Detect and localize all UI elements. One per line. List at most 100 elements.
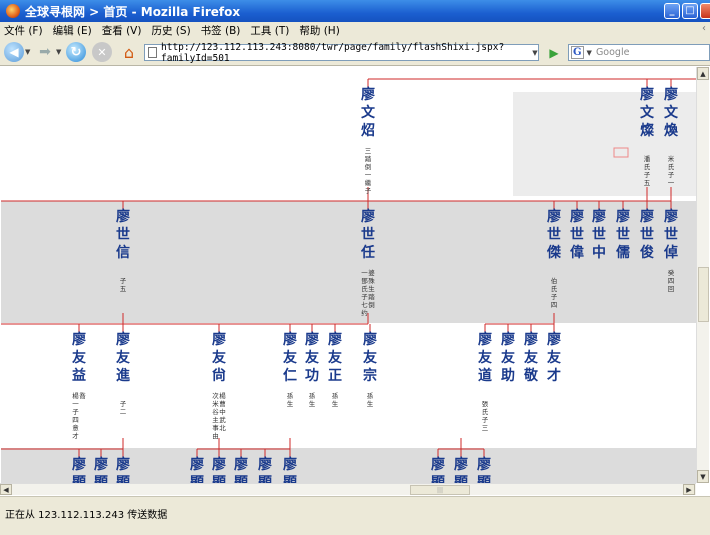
person-name-char: 益 xyxy=(72,367,86,384)
person-name-char: 煥 xyxy=(664,122,679,139)
maximize-button[interactable]: □ xyxy=(682,3,698,19)
person-name-char: 廖 xyxy=(616,208,630,225)
person-note-char: 才 xyxy=(72,431,79,440)
menu-help[interactable]: 帮助 (H) xyxy=(299,23,339,38)
person-note-char: 子 xyxy=(551,293,558,301)
window-titlebar: 全球寻根网 > 首页 - Mozilla Firefox _ □ xyxy=(0,0,710,22)
person-note-char: 北 xyxy=(219,424,226,432)
person-note-char: 孫 xyxy=(332,391,339,400)
menu-tools[interactable]: 工具 (T) xyxy=(250,23,289,38)
back-dropdown-icon[interactable]: ▼ xyxy=(25,48,30,56)
person-note-char: 氏 xyxy=(482,407,489,416)
horizontal-scrollbar[interactable]: ◀ ||| ▶ xyxy=(0,483,696,495)
person-name-char: 顯 xyxy=(258,475,272,483)
search-engine-dropdown-icon[interactable]: ▼ xyxy=(587,49,592,57)
person-name-char: 功 xyxy=(305,368,319,384)
person-name-char: 廖 xyxy=(328,331,342,348)
person-note-char: 氏 xyxy=(361,284,368,293)
person-name-char: 廖 xyxy=(363,331,377,348)
url-bar[interactable]: http://123.112.113.243:8080/twr/page/fam… xyxy=(144,42,539,64)
person-note-char: 米 xyxy=(212,399,219,408)
menu-history[interactable]: 历史 (S) xyxy=(151,23,190,38)
url-dropdown-icon[interactable]: ▼ xyxy=(528,45,542,60)
person-name-char: 尙 xyxy=(212,367,226,384)
menu-bookmarks[interactable]: 书签 (B) xyxy=(201,23,241,38)
person-name-char: 俊 xyxy=(640,244,654,261)
person-note-char: 由 xyxy=(212,431,219,440)
person-node: 廖友道張氏子三 xyxy=(478,331,492,432)
go-arrow-icon[interactable]: ▶ xyxy=(546,45,562,60)
person-name-char: 顯 xyxy=(190,475,204,483)
reload-icon[interactable]: ↻ xyxy=(66,42,86,62)
person-name-char: 廖 xyxy=(478,331,492,348)
person-name-char: 廖 xyxy=(431,456,445,473)
menu-file[interactable]: 文件 (F) xyxy=(4,23,43,38)
person-name-char: 燦 xyxy=(640,123,655,139)
menu-edit[interactable]: 编辑 (E) xyxy=(53,23,92,38)
person-name-char: 廖 xyxy=(190,456,204,473)
person-node: 廖文炤三踏倒一繼子 xyxy=(361,86,376,195)
person-note-char: 鄧 xyxy=(361,276,368,285)
person-name-char: 廖 xyxy=(361,208,375,225)
person-name-char: 顯 xyxy=(116,475,130,483)
person-note-char: 四 xyxy=(72,416,79,424)
person-name-char: 廖 xyxy=(501,331,515,348)
person-note-char: 三 xyxy=(365,147,372,155)
person-name-char: 顯 xyxy=(431,475,445,483)
person-name-char: 友 xyxy=(478,349,492,366)
person-note-char: 约 xyxy=(361,308,368,317)
person-note-char: 踏 xyxy=(365,154,372,163)
google-icon[interactable]: G xyxy=(571,46,584,59)
person-name-char: 廖 xyxy=(212,456,226,473)
person-node: 廖友進子二 xyxy=(116,331,130,416)
vertical-scroll-thumb[interactable] xyxy=(698,267,709,322)
person-node: 廖友益楊一子四意才 喬 xyxy=(72,331,86,440)
person-note-char: 二 xyxy=(120,408,127,416)
forward-arrow-icon[interactable]: ➡ xyxy=(35,42,55,62)
back-arrow-icon[interactable]: ◀ xyxy=(4,42,24,62)
person-note-char: 曹 xyxy=(219,399,226,408)
home-icon[interactable]: ⌂ xyxy=(118,42,140,62)
person-note-char: 孫 xyxy=(309,391,316,400)
menu-view[interactable]: 查看 (V) xyxy=(102,23,142,38)
person-name-char: 傑 xyxy=(546,244,562,261)
person-note-char: 婆 xyxy=(368,268,375,277)
horizontal-scroll-thumb[interactable]: ||| xyxy=(410,485,470,495)
person-note-char: 張 xyxy=(482,400,489,408)
vertical-scrollbar[interactable]: ▲ ▼ xyxy=(696,67,709,483)
person-note-char: 楊 xyxy=(72,391,79,400)
scroll-down-icon[interactable]: ▼ xyxy=(697,470,709,483)
person-name-char: 廖 xyxy=(116,331,130,348)
person-note-char: 氏 xyxy=(551,284,558,293)
person-note-char: 氏 xyxy=(644,162,651,171)
person-name-char: 世 xyxy=(547,226,561,243)
person-name-char: 炤 xyxy=(361,123,375,139)
family-tree: 廖文炤三踏倒一繼子廖文燦潘氏子五廖文煥米氏子一廖世信子五廖世任一鄧氏子七约婆殊生… xyxy=(1,78,696,483)
person-name-char: 世 xyxy=(361,226,375,243)
person-node: 廖世儒 xyxy=(616,208,630,261)
close-button[interactable] xyxy=(700,3,710,19)
person-name-char: 任 xyxy=(360,244,375,261)
person-node: 廖顯性 xyxy=(283,456,297,483)
stop-icon[interactable]: ✕ xyxy=(92,42,112,62)
person-name-char: 儒 xyxy=(616,244,630,261)
scroll-left-icon[interactable]: ◀ xyxy=(0,484,12,495)
minimize-button[interactable]: _ xyxy=(664,3,680,19)
person-name-char: 廖 xyxy=(524,331,538,348)
scroll-right-icon[interactable]: ▶ xyxy=(683,484,695,495)
person-note-char: 喬 xyxy=(79,391,86,400)
forward-dropdown-icon[interactable]: ▼ xyxy=(56,48,61,56)
person-node: 廖顯燊 xyxy=(72,456,86,483)
search-placeholder: Google xyxy=(595,47,630,58)
person-name-char: 友 xyxy=(501,349,515,366)
person-note-char: 踏 xyxy=(368,292,375,301)
person-node: 廖友才 xyxy=(547,331,561,384)
person-node: 廖友功孫生 xyxy=(305,331,319,408)
person-note-char: 谷 xyxy=(212,407,219,416)
person-name-char: 廖 xyxy=(454,456,468,473)
scroll-up-icon[interactable]: ▲ xyxy=(697,67,709,80)
search-box[interactable]: G ▼ Google xyxy=(568,44,710,61)
status-bar: 正在从 123.112.113.243 传送数据 xyxy=(0,496,710,535)
person-note-char: 次 xyxy=(212,391,219,400)
person-note-char: 一 xyxy=(72,400,79,408)
